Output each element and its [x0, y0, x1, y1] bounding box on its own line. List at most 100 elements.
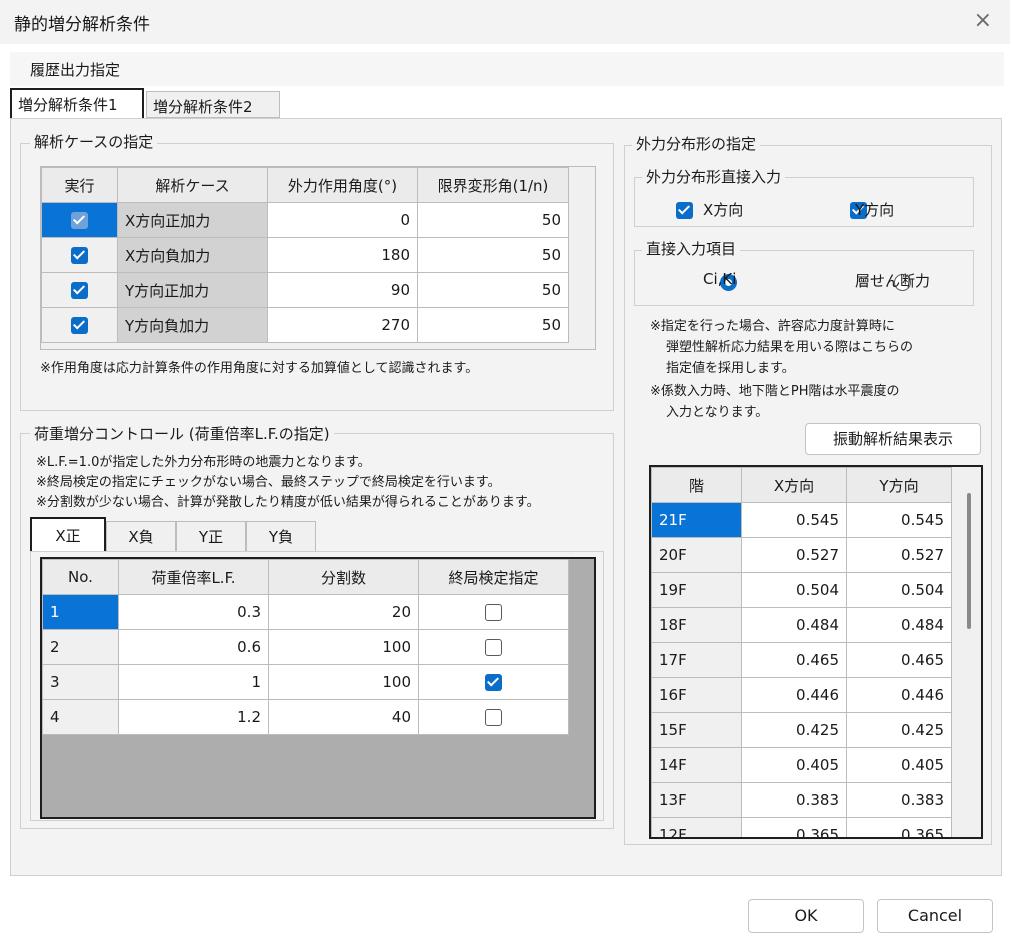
table-row[interactable]: 1 0.3 20: [42, 594, 569, 630]
div-cell[interactable]: 100: [268, 629, 419, 665]
table-row[interactable]: 18F 0.484 0.484: [651, 607, 952, 643]
tab-y-negative[interactable]: Y負: [246, 521, 316, 552]
table-row[interactable]: 16F 0.446 0.446: [651, 677, 952, 713]
x-value-cell[interactable]: 0.383: [741, 782, 847, 818]
x-value-cell[interactable]: 0.545: [741, 502, 847, 538]
x-direction-checkbox[interactable]: [676, 202, 693, 219]
div-cell[interactable]: 40: [268, 699, 419, 735]
floor-cell[interactable]: 17F: [651, 642, 742, 678]
x-value-cell[interactable]: 0.527: [741, 537, 847, 573]
y-value-cell[interactable]: 0.504: [846, 572, 952, 608]
tab-incremental-2[interactable]: 増分解析条件2: [146, 91, 280, 118]
x-value-cell[interactable]: 0.365: [741, 817, 847, 837]
div-cell[interactable]: 100: [268, 664, 419, 700]
table-row[interactable]: 15F 0.425 0.425: [651, 712, 952, 748]
table-row[interactable]: 12F 0.365 0.365: [651, 817, 952, 837]
floor-cell[interactable]: 12F: [651, 817, 742, 837]
angle-cell[interactable]: 0: [267, 202, 418, 238]
y-value-cell[interactable]: 0.425: [846, 712, 952, 748]
y-direction-label[interactable]: Y方向: [855, 199, 894, 220]
table-row[interactable]: 4 1.2 40: [42, 699, 569, 735]
limit-cell[interactable]: 50: [417, 307, 569, 343]
x-value-cell[interactable]: 0.465: [741, 642, 847, 678]
floor-cell[interactable]: 13F: [651, 782, 742, 818]
run-cell[interactable]: [41, 202, 118, 238]
angle-cell[interactable]: 180: [267, 237, 418, 273]
run-checkbox[interactable]: [71, 282, 88, 299]
floor-table-scrollbar[interactable]: [967, 493, 971, 629]
table-row[interactable]: 14F 0.405 0.405: [651, 747, 952, 783]
row-number[interactable]: 2: [42, 629, 119, 665]
x-value-cell[interactable]: 0.405: [741, 747, 847, 783]
row-number[interactable]: 1: [42, 594, 119, 630]
x-value-cell[interactable]: 0.446: [741, 677, 847, 713]
table-row[interactable]: 19F 0.504 0.504: [651, 572, 952, 608]
radio-story-shear-label[interactable]: 層せん断力: [855, 270, 930, 291]
limit-cell[interactable]: 50: [417, 202, 569, 238]
y-value-cell[interactable]: 0.465: [846, 642, 952, 678]
limit-cell[interactable]: 50: [417, 237, 569, 273]
y-value-cell[interactable]: 0.545: [846, 502, 952, 538]
angle-cell[interactable]: 270: [267, 307, 418, 343]
radio-ci-ki-label[interactable]: Ci,Ki: [703, 270, 736, 288]
lf-cell[interactable]: 1.2: [118, 699, 269, 735]
x-value-cell[interactable]: 0.484: [741, 607, 847, 643]
y-value-cell[interactable]: 0.446: [846, 677, 952, 713]
floor-cell[interactable]: 20F: [651, 537, 742, 573]
y-value-cell[interactable]: 0.405: [846, 747, 952, 783]
table-row[interactable]: 20F 0.527 0.527: [651, 537, 952, 573]
table-row[interactable]: X方向正加力 0 50: [41, 202, 569, 238]
close-icon[interactable]: ×: [974, 8, 992, 33]
menu-history-output[interactable]: 履歴出力指定: [30, 59, 120, 80]
ultimate-cell[interactable]: [418, 629, 569, 665]
floor-cell[interactable]: 19F: [651, 572, 742, 608]
row-number[interactable]: 4: [42, 699, 119, 735]
ok-button[interactable]: OK: [748, 899, 864, 933]
y-value-cell[interactable]: 0.484: [846, 607, 952, 643]
x-value-cell[interactable]: 0.425: [741, 712, 847, 748]
tab-x-positive[interactable]: X正: [30, 517, 106, 552]
div-cell[interactable]: 20: [268, 594, 419, 630]
run-cell[interactable]: [41, 237, 118, 273]
ultimate-cell[interactable]: [418, 594, 569, 630]
run-checkbox[interactable]: [71, 247, 88, 264]
table-row[interactable]: 13F 0.383 0.383: [651, 782, 952, 818]
run-checkbox[interactable]: [71, 212, 88, 229]
tab-x-negative[interactable]: X負: [106, 521, 176, 552]
run-checkbox[interactable]: [71, 317, 88, 334]
x-value-cell[interactable]: 0.504: [741, 572, 847, 608]
y-value-cell[interactable]: 0.383: [846, 782, 952, 818]
angle-cell[interactable]: 90: [267, 272, 418, 308]
ultimate-cell[interactable]: [418, 664, 569, 700]
table-row[interactable]: 3 1 100: [42, 664, 569, 700]
ultimate-checkbox[interactable]: [485, 709, 502, 726]
cancel-button[interactable]: Cancel: [877, 899, 993, 933]
vibration-result-button[interactable]: 振動解析結果表示: [805, 423, 981, 455]
ultimate-cell[interactable]: [418, 699, 569, 735]
lf-cell[interactable]: 0.6: [118, 629, 269, 665]
run-cell[interactable]: [41, 272, 118, 308]
x-direction-label[interactable]: X方向: [703, 199, 743, 220]
tab-incremental-1[interactable]: 増分解析条件1: [10, 88, 144, 118]
tab-y-positive[interactable]: Y正: [176, 521, 246, 552]
y-value-cell[interactable]: 0.527: [846, 537, 952, 573]
floor-cell[interactable]: 16F: [651, 677, 742, 713]
floor-cell[interactable]: 21F: [651, 502, 742, 538]
row-number[interactable]: 3: [42, 664, 119, 700]
lf-cell[interactable]: 1: [118, 664, 269, 700]
ultimate-checkbox[interactable]: [485, 604, 502, 621]
ultimate-checkbox[interactable]: [485, 674, 502, 691]
table-row[interactable]: 17F 0.465 0.465: [651, 642, 952, 678]
ultimate-checkbox[interactable]: [485, 639, 502, 656]
floor-cell[interactable]: 14F: [651, 747, 742, 783]
floor-cell[interactable]: 18F: [651, 607, 742, 643]
run-cell[interactable]: [41, 307, 118, 343]
floor-cell[interactable]: 15F: [651, 712, 742, 748]
table-row[interactable]: 2 0.6 100: [42, 629, 569, 665]
table-row[interactable]: Y方向正加力 90 50: [41, 272, 569, 308]
limit-cell[interactable]: 50: [417, 272, 569, 308]
table-row[interactable]: 21F 0.545 0.545: [651, 502, 952, 538]
table-row[interactable]: Y方向負加力 270 50: [41, 307, 569, 343]
table-row[interactable]: X方向負加力 180 50: [41, 237, 569, 273]
y-value-cell[interactable]: 0.365: [846, 817, 952, 837]
